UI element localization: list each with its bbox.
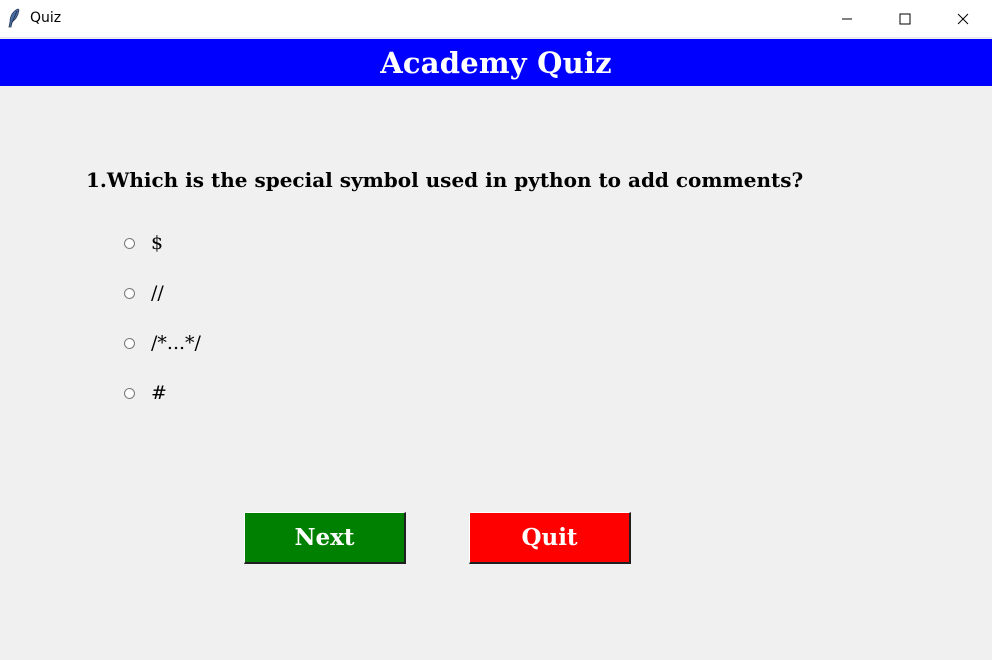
quiz-window: Quiz Academy Quiz 1.Which is the special… (0, 0, 992, 660)
option-label: # (151, 382, 167, 404)
option-label: // (151, 282, 164, 304)
option-label: /*...*/ (151, 332, 201, 354)
option-3[interactable]: /*...*/ (124, 331, 201, 355)
question-text: 1.Which is the special symbol used in py… (86, 168, 804, 192)
option-label: $ (151, 232, 164, 254)
window-title: Quiz (30, 10, 62, 26)
quiz-header: Academy Quiz (0, 39, 992, 86)
option-1[interactable]: $ (124, 231, 163, 255)
quit-button[interactable]: Quit (469, 512, 631, 564)
close-button[interactable] (934, 0, 992, 38)
option-4[interactable]: # (124, 381, 167, 405)
option-2[interactable]: // (124, 281, 164, 305)
minimize-button[interactable] (818, 0, 876, 38)
radio-button[interactable] (124, 337, 135, 349)
minimize-icon (841, 13, 853, 25)
title-bar: Quiz (0, 0, 992, 38)
radio-button[interactable] (124, 387, 135, 399)
maximize-icon (899, 13, 911, 25)
close-icon (957, 13, 969, 25)
feather-icon (7, 8, 21, 28)
radio-button[interactable] (124, 237, 135, 249)
maximize-button[interactable] (876, 0, 934, 38)
radio-button[interactable] (124, 287, 135, 299)
next-button[interactable]: Next (244, 512, 406, 564)
quiz-title: Academy Quiz (380, 45, 612, 80)
